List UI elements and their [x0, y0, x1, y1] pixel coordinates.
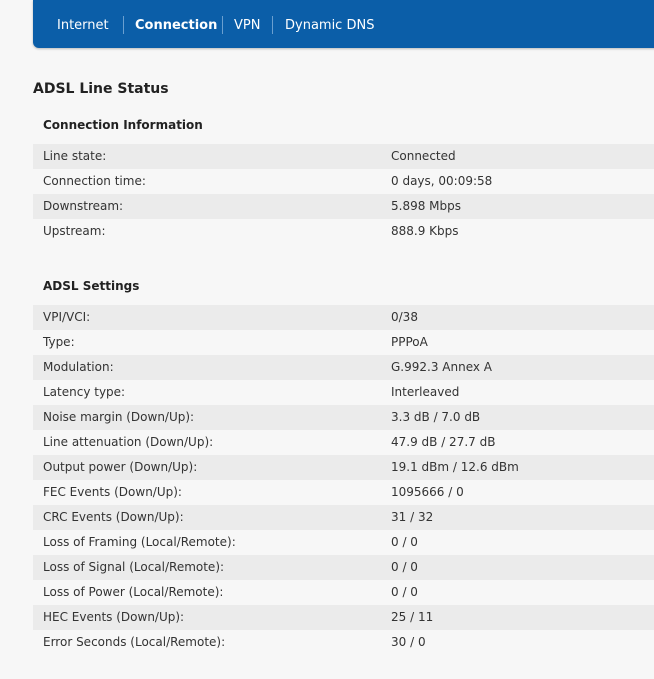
row-label: Modulation: [43, 360, 114, 374]
row-label: HEC Events (Down/Up): [43, 610, 185, 624]
adsl-settings-title: ADSL Settings [43, 279, 140, 293]
table-row: Latency type: Interleaved [33, 380, 654, 405]
table-row: Line state: Connected [33, 144, 654, 169]
row-label: Loss of Signal (Local/Remote): [43, 560, 225, 574]
row-value: 31 / 32 [391, 510, 434, 524]
nav-item-connection[interactable]: Connection [135, 18, 217, 34]
table-row: FEC Events (Down/Up): 1095666 / 0 [33, 480, 654, 505]
table-row: Error Seconds (Local/Remote): 30 / 0 [33, 630, 654, 655]
row-label: Upstream: [43, 224, 106, 238]
table-row: Loss of Signal (Local/Remote): 0 / 0 [33, 555, 654, 580]
row-value: Interleaved [391, 385, 460, 399]
table-row: Loss of Framing (Local/Remote): 0 / 0 [33, 530, 654, 555]
row-value: 1095666 / 0 [391, 485, 464, 499]
table-row: CRC Events (Down/Up): 31 / 32 [33, 505, 654, 530]
row-label: FEC Events (Down/Up): [43, 485, 182, 499]
row-value: 47.9 dB / 27.7 dB [391, 435, 496, 449]
row-label: Loss of Framing (Local/Remote): [43, 535, 236, 549]
row-label: Connection time: [43, 174, 146, 188]
row-label: VPI/VCI: [43, 310, 91, 324]
row-value: G.992.3 Annex A [391, 360, 492, 374]
row-value: 0 / 0 [391, 585, 418, 599]
row-label: Line state: [43, 149, 107, 163]
row-value: 5.898 Mbps [391, 199, 462, 213]
row-value: 0 / 0 [391, 560, 418, 574]
table-row: HEC Events (Down/Up): 25 / 11 [33, 605, 654, 630]
row-value: 0 / 0 [391, 535, 418, 549]
table-row: Noise margin (Down/Up): 3.3 dB / 7.0 dB [33, 405, 654, 430]
top-navigation: Internet Connection VPN Dynamic DNS [33, 0, 654, 48]
connection-info-title: Connection Information [43, 118, 203, 132]
nav-item-internet[interactable]: Internet [57, 18, 109, 34]
row-label: Error Seconds (Local/Remote): [43, 635, 226, 649]
row-label: CRC Events (Down/Up): [43, 510, 184, 524]
row-label: Output power (Down/Up): [43, 460, 198, 474]
adsl-settings-table: VPI/VCI: 0/38 Type: PPPoA Modulation: G.… [33, 305, 654, 655]
nav-separator [222, 16, 223, 34]
table-row: Modulation: G.992.3 Annex A [33, 355, 654, 380]
row-label: Noise margin (Down/Up): [43, 410, 195, 424]
nav-separator [123, 16, 124, 34]
row-value: 888.9 Kbps [391, 224, 459, 238]
row-label: Loss of Power (Local/Remote): [43, 585, 224, 599]
connection-info-table: Line state: Connected Connection time: 0… [33, 144, 654, 244]
row-value: 25 / 11 [391, 610, 434, 624]
table-row: Downstream: 5.898 Mbps [33, 194, 654, 219]
row-value: 19.1 dBm / 12.6 dBm [391, 460, 519, 474]
row-value: 3.3 dB / 7.0 dB [391, 410, 481, 424]
nav-separator [272, 16, 273, 34]
table-row: Line attenuation (Down/Up): 47.9 dB / 27… [33, 430, 654, 455]
row-value: PPPoA [391, 335, 428, 349]
table-row: Type: PPPoA [33, 330, 654, 355]
table-row: Loss of Power (Local/Remote): 0 / 0 [33, 580, 654, 605]
nav-item-vpn[interactable]: VPN [234, 18, 260, 34]
row-value: 30 / 0 [391, 635, 426, 649]
row-value: 0 days, 00:09:58 [391, 174, 493, 188]
page-title: ADSL Line Status [33, 81, 169, 97]
row-value: 0/38 [391, 310, 418, 324]
row-label: Type: [43, 335, 75, 349]
table-row: Upstream: 888.9 Kbps [33, 219, 654, 244]
nav-item-dynamic-dns[interactable]: Dynamic DNS [285, 18, 374, 34]
row-label: Latency type: [43, 385, 126, 399]
table-row: Output power (Down/Up): 19.1 dBm / 12.6 … [33, 455, 654, 480]
row-label: Line attenuation (Down/Up): [43, 435, 214, 449]
table-row: VPI/VCI: 0/38 [33, 305, 654, 330]
row-value: Connected [391, 149, 456, 163]
row-label: Downstream: [43, 199, 124, 213]
table-row: Connection time: 0 days, 00:09:58 [33, 169, 654, 194]
